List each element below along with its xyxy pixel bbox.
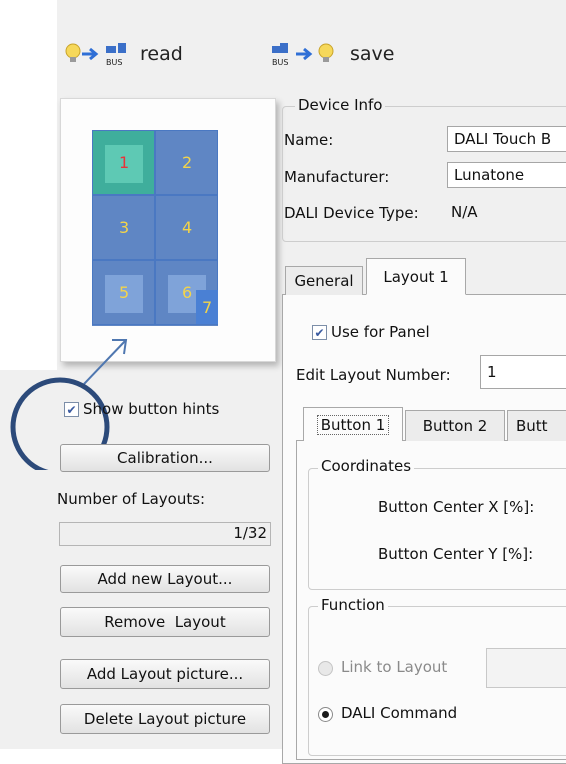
name-label: Name: [284,131,334,149]
preview-button-grid: 1 2 3 4 5 6 7 [92,130,218,326]
annotation-arrow-line [83,339,127,385]
preview-cell-1[interactable]: 1 [92,130,155,195]
show-hints-checkbox[interactable]: ✔ [64,402,79,417]
link-layout-select[interactable] [486,648,566,688]
remove-layout-button[interactable]: Remove Layout [60,607,270,637]
layouts-count-value: 1/32 [233,524,267,542]
button-tab-3[interactable]: Butt [507,410,566,441]
preview-cell-5[interactable]: 5 [92,260,155,325]
manufacturer-field[interactable]: Lunatone [447,162,566,188]
preview-cell-2[interactable]: 2 [155,130,218,195]
center-y-label: Button Center Y [%]: [378,545,534,563]
coordinates-title: Coordinates [318,457,415,475]
device-type-label: DALI Device Type: [284,204,419,222]
link-to-layout-radio[interactable] [318,661,333,676]
layouts-heading: Number of Layouts: [57,490,206,508]
delete-layout-picture-button[interactable]: Delete Layout picture [60,704,270,734]
coordinates-group [308,468,566,590]
button-tab-1[interactable]: Button 1 [303,407,403,441]
remove-layout-label: Remove Layout [104,613,226,631]
edit-layout-label: Edit Layout Number: [296,366,451,384]
dali-command-radio[interactable] [318,707,333,722]
device-type-value: N/A [451,203,478,221]
add-layout-button[interactable]: Add new Layout... [60,565,270,593]
preview-cell-7[interactable]: 7 [196,290,218,324]
read-from-bus-icon: BUS [65,43,126,67]
use-for-panel-checkbox[interactable]: ✔ [312,325,327,340]
name-field[interactable]: DALI Touch B [447,126,566,152]
edit-layout-number-field[interactable]: 1 [480,355,566,389]
dali-command-label: DALI Command [341,704,458,722]
tab-general[interactable]: General [285,266,363,295]
checkmark-icon: ✔ [66,402,77,417]
save-button[interactable]: BUS save [270,40,394,68]
function-title: Function [318,596,388,614]
preview-cell-4[interactable]: 4 [155,195,218,260]
svg-text:BUS: BUS [272,58,288,67]
save-label: save [350,43,395,65]
read-label: read [140,43,183,65]
button-tab-2[interactable]: Button 2 [405,410,505,441]
add-layout-picture-button[interactable]: Add Layout picture... [60,659,270,689]
center-x-label: Button Center X [%]: [378,498,535,516]
read-button[interactable]: BUS read [64,40,183,68]
calibration-button[interactable]: Calibration... [60,444,270,472]
tab-layout-1[interactable]: Layout 1 [366,258,466,295]
show-hints-label: Show button hints [83,400,220,418]
use-for-panel-label: Use for Panel [331,323,430,341]
preview-cell-3[interactable]: 3 [92,195,155,260]
device-info-title: Device Info [295,96,386,114]
layouts-count-field: 1/32 [59,522,271,546]
save-to-bus-icon: BUS [272,43,334,67]
link-to-layout-label: Link to Layout [341,658,448,676]
manufacturer-label: Manufacturer: [284,168,390,186]
svg-text:BUS: BUS [106,58,122,67]
checkmark-icon: ✔ [314,325,325,340]
